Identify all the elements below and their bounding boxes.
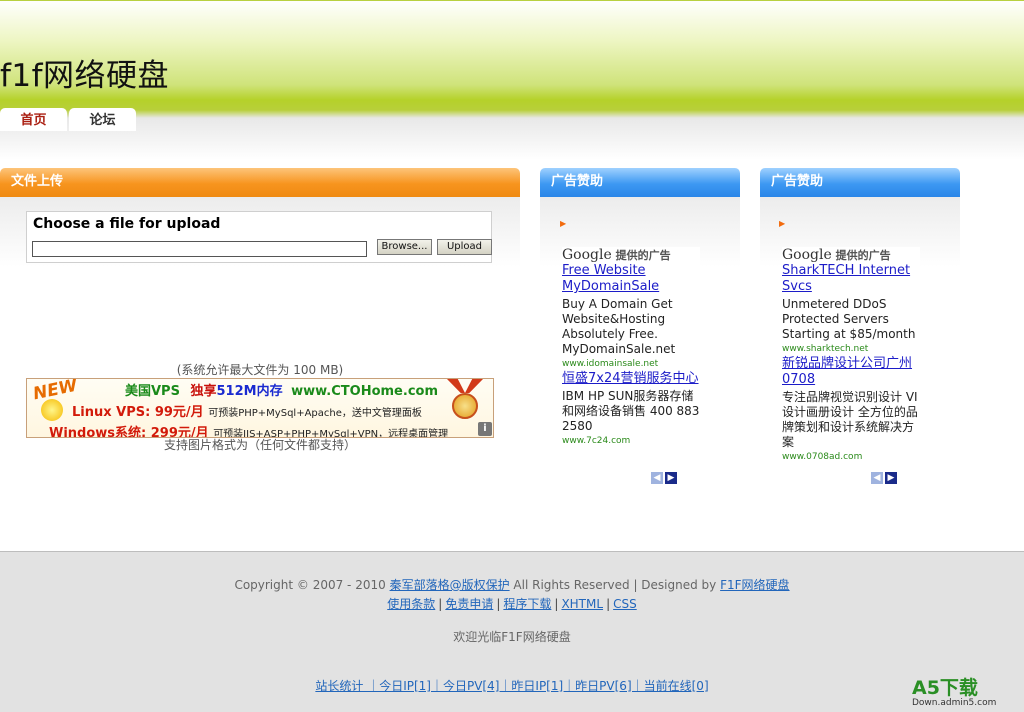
ad-list-1: Google 提供的广告 Free Website MyDomainSale B… bbox=[562, 247, 700, 448]
ad-text: Unmetered DDoS Protected Servers Startin… bbox=[782, 297, 916, 341]
prev-arrow-icon[interactable]: ◀ bbox=[871, 472, 883, 484]
copyright-text: Copyright © 2007 - 2010 bbox=[234, 578, 386, 592]
site-title: f1f网络硬盘 bbox=[0, 58, 170, 94]
prev-arrow-icon[interactable]: ◀ bbox=[651, 472, 663, 484]
next-arrow-icon[interactable]: ▶ bbox=[665, 472, 677, 484]
banner-linux-detail: 可预装PHP+MySql+Apache，送中文管理面板 bbox=[208, 408, 422, 419]
watermark-logo: A5下载 bbox=[912, 677, 978, 699]
tab-home[interactable]: 首页 bbox=[0, 108, 67, 131]
ad-url[interactable]: www.sharktech.net bbox=[782, 342, 920, 356]
a5-watermark: A5下载 Down.admin5.com bbox=[912, 678, 996, 708]
next-arrow-icon[interactable]: ▶ bbox=[885, 472, 897, 484]
css-link[interactable]: CSS bbox=[613, 597, 637, 611]
separator: | bbox=[438, 597, 443, 611]
disclaimer-link[interactable]: 免责申请 bbox=[445, 597, 493, 611]
upload-form: Choose a file for upload Browse... Uploa… bbox=[26, 211, 492, 263]
download-link[interactable]: 程序下载 bbox=[503, 597, 551, 611]
ad-link-sharktech[interactable]: SharkTECH Internet Svcs bbox=[782, 263, 920, 295]
banner-line-1: 美国VPS 独享512M内存 www.CTOHome.com bbox=[125, 380, 438, 399]
separator: | bbox=[554, 597, 559, 611]
ad-link-hengsheng[interactable]: 恒盛7x24营销服务中心 bbox=[562, 371, 700, 387]
google-ads-label: Google 提供的广告 bbox=[782, 247, 920, 263]
ad-text: Buy A Domain Get Website&Hosting Absolut… bbox=[562, 297, 676, 356]
ad-url[interactable]: www.0708ad.com bbox=[782, 450, 920, 464]
sun-icon bbox=[41, 399, 63, 421]
welcome-text: 欢迎光临F1F网络硬盘 bbox=[453, 630, 571, 644]
upload-panel-heading: 文件上传 bbox=[0, 168, 520, 197]
copyright-line: Copyright © 2007 - 2010 秦军部落格@版权保护 All R… bbox=[0, 576, 1024, 593]
tab-forum[interactable]: 论坛 bbox=[69, 108, 136, 131]
upload-form-title: Choose a file for upload bbox=[33, 216, 221, 232]
designer-link[interactable]: F1F网络硬盘 bbox=[720, 578, 789, 592]
site-header: f1f网络硬盘 首页 论坛 bbox=[0, 0, 1024, 160]
google-ads-label: Google 提供的广告 bbox=[562, 247, 700, 263]
google-logo-text: Google bbox=[782, 247, 832, 263]
banner-memory-text: 512M内存 bbox=[216, 384, 283, 399]
ad-url[interactable]: www.7c24.com bbox=[562, 434, 700, 448]
browse-button[interactable]: Browse... bbox=[377, 239, 432, 255]
bullet-icon: ▶ bbox=[560, 219, 567, 228]
file-types-note: 支持图片格式为（任何文件都支持） bbox=[163, 438, 356, 452]
banner-exclusive-text: 独享 bbox=[190, 384, 217, 399]
ad-link-brand-design[interactable]: 新锐品牌设计公司广州0708 bbox=[782, 356, 920, 388]
google-ads-suffix: 提供的广告 bbox=[615, 249, 671, 262]
ad-link-free-website[interactable]: Free Website MyDomainSale bbox=[562, 263, 700, 295]
upload-button[interactable]: Upload bbox=[437, 239, 492, 255]
stats-link[interactable]: 站长统计 ｜今日IP[1]｜今日PV[4]｜昨日IP[1]｜昨日PV[6]｜当前… bbox=[315, 679, 708, 693]
banner-site-text: www.CTOHome.com bbox=[291, 384, 439, 399]
site-footer: Copyright © 2007 - 2010 秦军部落格@版权保护 All R… bbox=[0, 551, 1024, 712]
medal-ribbon-icon bbox=[447, 379, 483, 393]
header-top-line bbox=[0, 0, 1024, 1]
footer-links: 使用条款 | 免责申请 | 程序下载 | XHTML | CSS bbox=[0, 595, 1024, 612]
vps-banner-ad[interactable]: NEW 美国VPS 独享512M内存 www.CTOHome.com Linux… bbox=[26, 378, 494, 438]
google-ads-suffix: 提供的广告 bbox=[835, 249, 891, 262]
owner-link[interactable]: 秦军部落格@版权保护 bbox=[390, 578, 510, 592]
bullet-icon: ▶ bbox=[779, 219, 786, 228]
watermark-url: Down.admin5.com bbox=[912, 698, 997, 708]
file-path-input[interactable] bbox=[32, 241, 367, 257]
google-logo-text: Google bbox=[562, 247, 612, 263]
ad-panel-1-heading: 广告赞助 bbox=[540, 168, 740, 197]
terms-link[interactable]: 使用条款 bbox=[387, 597, 435, 611]
ad-panel-2-heading: 广告赞助 bbox=[760, 168, 960, 197]
ad-pager-2: ◀ ▶ bbox=[871, 472, 897, 484]
ad-text: 专注品牌视觉识别设计 VI设计画册设计 全方位的品牌策划和设计系统解决方案 bbox=[782, 390, 918, 449]
ad-pager-1: ◀ ▶ bbox=[651, 472, 677, 484]
banner-line-2: Linux VPS: 99元/月 可预装PHP+MySql+Apache，送中文… bbox=[72, 401, 422, 420]
medal-icon bbox=[452, 393, 478, 419]
ad-text: IBM HP SUN服务器存储和网络设备销售 400 883 2580 bbox=[562, 389, 700, 433]
info-icon[interactable]: i bbox=[478, 422, 492, 436]
xhtml-link[interactable]: XHTML bbox=[561, 597, 603, 611]
separator: | bbox=[606, 597, 611, 611]
main-nav: 首页 论坛 bbox=[0, 108, 138, 132]
banner-vps-text: 美国VPS bbox=[125, 384, 180, 399]
stats-line: 站长统计 ｜今日IP[1]｜今日PV[4]｜昨日IP[1]｜昨日PV[6]｜当前… bbox=[0, 677, 1024, 694]
rights-text: All Rights Reserved | Designed by bbox=[513, 578, 717, 592]
banner-linux-price: Linux VPS: 99元/月 bbox=[72, 405, 204, 420]
separator: | bbox=[496, 597, 501, 611]
max-size-note: (系统允许最大文件为 100 MB) bbox=[176, 363, 344, 377]
ad-url[interactable]: www.idomainsale.net bbox=[562, 357, 700, 371]
ad-list-2: Google 提供的广告 SharkTECH Internet Svcs Unm… bbox=[782, 247, 920, 464]
